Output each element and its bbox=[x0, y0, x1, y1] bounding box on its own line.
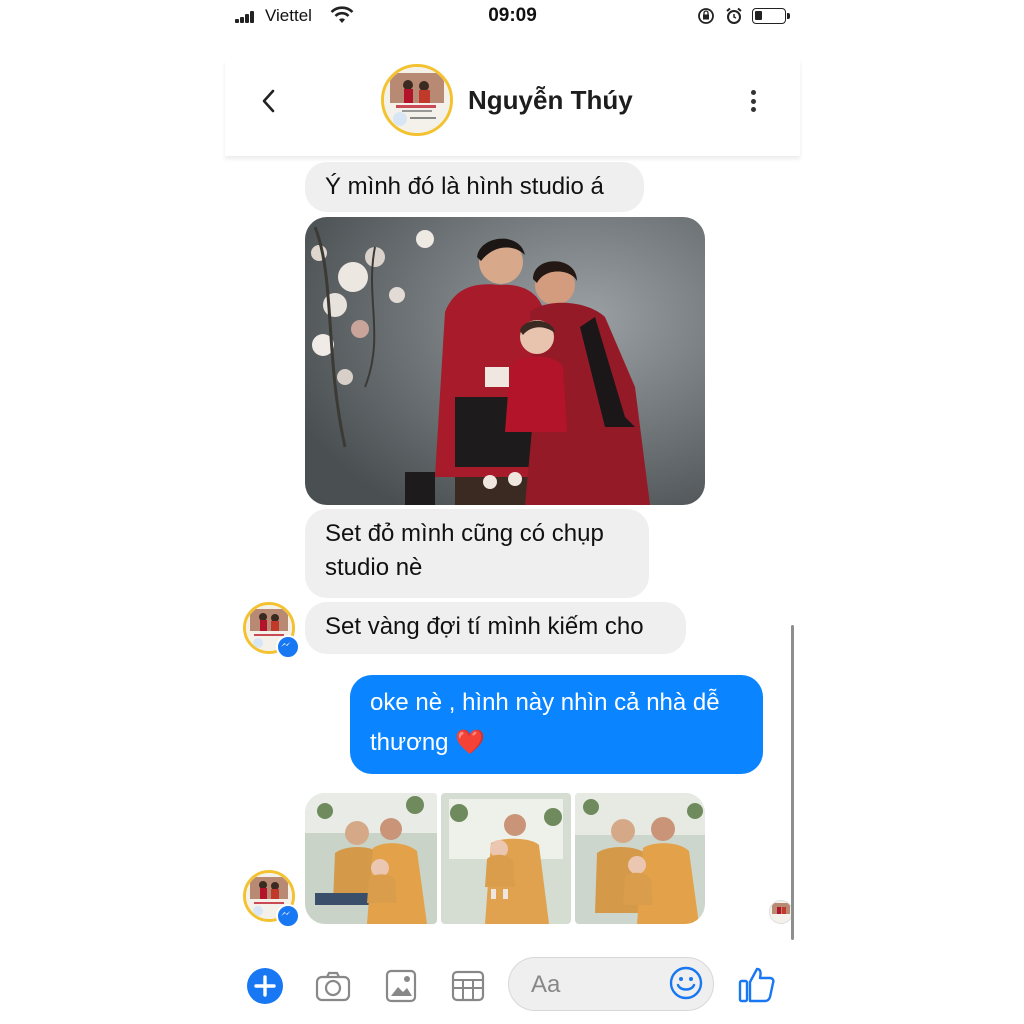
heart-emoji: ❤️ bbox=[455, 729, 486, 756]
photo-studio-red[interactable] bbox=[305, 217, 705, 505]
messenger-icon bbox=[276, 904, 300, 928]
photo-yellow-3[interactable] bbox=[575, 793, 705, 924]
contact-name[interactable]: Nguyễn Thúy bbox=[468, 85, 633, 116]
avatar-image bbox=[384, 67, 450, 133]
message-input-placeholder: Aa bbox=[531, 971, 561, 998]
message-text: Set vàng đợi tí mình kiếm cho bbox=[325, 613, 644, 640]
sticker-icon[interactable] bbox=[450, 968, 486, 1004]
like-icon[interactable] bbox=[737, 964, 777, 1004]
gallery-icon[interactable] bbox=[383, 968, 419, 1004]
contact-avatar[interactable] bbox=[381, 64, 453, 136]
back-icon[interactable] bbox=[257, 86, 281, 116]
seen-avatar bbox=[769, 900, 793, 924]
alarm-icon bbox=[726, 7, 742, 24]
plus-icon[interactable] bbox=[247, 968, 283, 1004]
messenger-icon bbox=[276, 635, 300, 659]
emoji-icon[interactable] bbox=[669, 966, 703, 1000]
incoming-message[interactable]: Ý mình đó là hình studio á bbox=[305, 162, 644, 212]
message-text-line-1: oke nè , hình này nhìn cả nhà dễ bbox=[370, 689, 720, 716]
camera-icon[interactable] bbox=[315, 968, 351, 1004]
rotation-lock-icon bbox=[698, 8, 714, 24]
more-icon[interactable] bbox=[747, 90, 759, 116]
scrollbar[interactable] bbox=[791, 625, 794, 940]
message-text: Set đỏ mình cũng có chụp studio nè bbox=[325, 520, 604, 581]
message-composer: Aa bbox=[225, 950, 800, 1024]
message-text: Ý mình đó là hình studio á bbox=[325, 173, 604, 200]
message-text-line-2: thương bbox=[370, 729, 449, 756]
photo-yellow-1[interactable] bbox=[305, 793, 437, 924]
messenger-screen: Viettel 09:09 Nguyễn Thúy Ý mình đó là h… bbox=[225, 0, 800, 1024]
conversation-header: Nguyễn Thúy bbox=[225, 60, 800, 156]
photo-yellow-2[interactable] bbox=[441, 793, 571, 924]
status-bar: Viettel 09:09 bbox=[225, 0, 800, 34]
incoming-message[interactable]: Set đỏ mình cũng có chụp studio nè bbox=[305, 509, 649, 598]
outgoing-message[interactable]: oke nè , hình này nhìn cả nhà dễ thương … bbox=[350, 675, 763, 774]
incoming-message[interactable]: Set vàng đợi tí mình kiếm cho bbox=[305, 602, 686, 654]
battery-icon bbox=[752, 8, 790, 24]
